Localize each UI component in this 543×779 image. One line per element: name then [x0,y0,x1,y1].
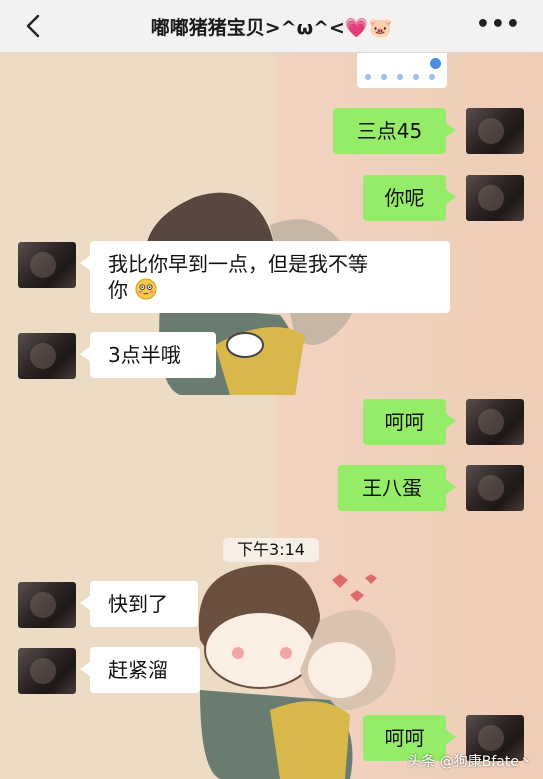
message-text: 赶紧溜 [108,658,168,682]
blue-dot-icon [430,58,441,69]
chat-header: 嘟嘟猪猪宝贝>^ω^<💗🐷 ••• [0,0,543,53]
back-button[interactable] [18,10,50,42]
message-text: 三点45 [356,119,423,143]
chat-title: 嘟嘟猪猪宝贝>^ω^<💗🐷 [150,17,393,39]
watermark-text: 头条 @狗康Bfate丶 [407,754,533,770]
message-text: 快到了 [108,592,168,616]
chevron-left-icon [26,14,40,38]
avatar-contact[interactable] [18,648,76,694]
message-bubble-outgoing[interactable]: 王八蛋 [338,465,456,511]
message-text: 我比你早到一点，但是我不等 [108,252,368,276]
message-bubble-incoming[interactable]: 赶紧溜 [80,647,200,693]
avatar-self[interactable] [466,399,524,445]
message-text: 3点半哦 [108,343,181,367]
app-icon [381,74,387,80]
more-options-button[interactable]: ••• [476,12,521,37]
message-text: 王八蛋 [362,476,422,500]
app-icon [413,74,419,80]
message-bubble-outgoing[interactable]: 呵呵 [363,399,456,445]
avatar-self[interactable] [466,175,524,221]
message-bubble-outgoing[interactable]: 你呢 [363,175,456,221]
message-bubble-incoming[interactable]: 3点半哦 [80,332,216,378]
avatar-contact[interactable] [18,582,76,628]
chat-screen: 嘟嘟猪猪宝贝>^ω^<💗🐷 ••• 三点45 你呢 我比你早到一点，但是我不等 … [0,0,543,779]
message-bubble-outgoing[interactable]: 三点45 [333,108,456,154]
message-text: 你呢 [384,186,425,210]
app-icon [365,74,371,80]
flushed-face-icon [135,278,157,300]
message-bubble-incoming[interactable]: 快到了 [80,581,198,627]
message-text: 呵呵 [384,410,425,434]
avatar-self[interactable] [466,108,524,154]
more-horizontal-icon: ••• [475,12,521,37]
shared-image-thumbnail[interactable] [357,52,447,88]
message-bubble-incoming[interactable]: 我比你早到一点，但是我不等 你 [80,241,450,313]
app-icon [397,74,403,80]
message-text-line-2: 你 [108,277,432,303]
timestamp-badge: 下午3:14 [223,538,319,562]
avatar-self[interactable] [466,465,524,511]
avatar-contact[interactable] [18,333,76,379]
avatar-contact[interactable] [18,242,76,288]
app-icon [429,74,435,80]
